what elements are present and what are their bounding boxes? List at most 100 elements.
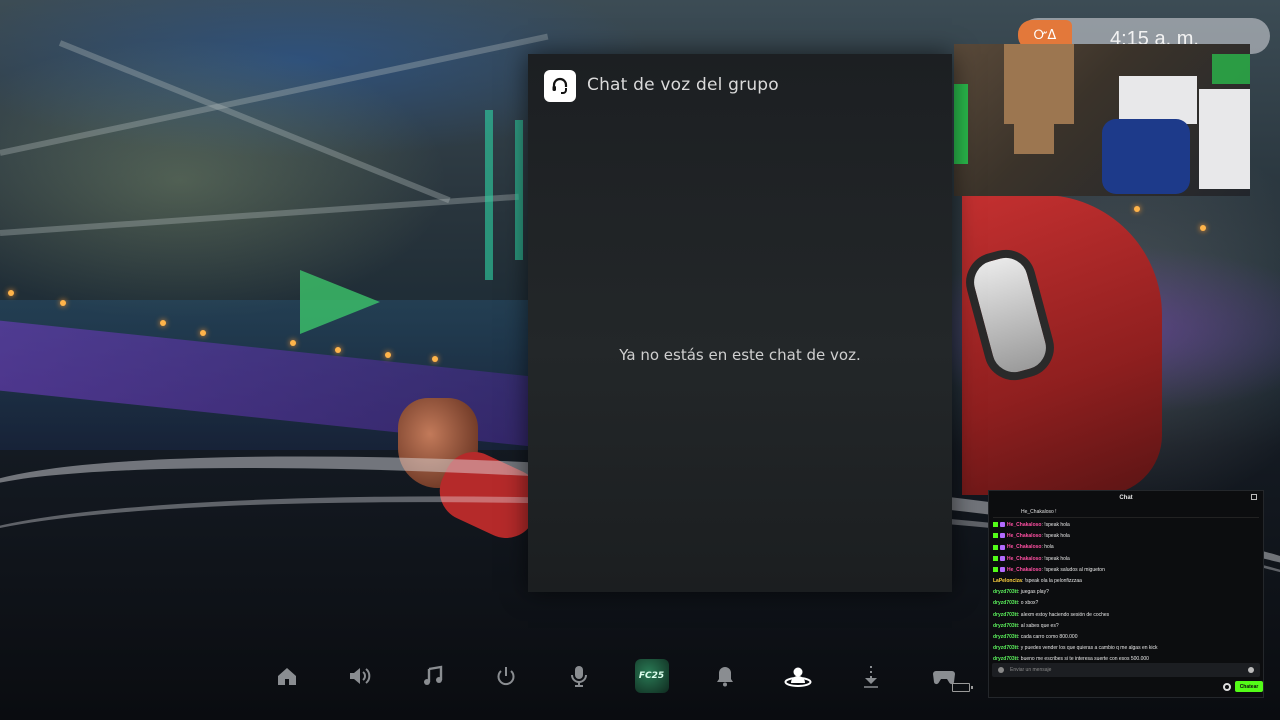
webcam-overlay bbox=[954, 44, 1250, 196]
popout-icon[interactable] bbox=[1251, 494, 1257, 500]
stadium-light bbox=[432, 356, 438, 362]
game-fc25-icon: FC25 bbox=[634, 659, 669, 693]
chat-text: al sabes que es? bbox=[1020, 622, 1059, 629]
subscriber-badge-icon bbox=[993, 566, 998, 572]
webcam-chair bbox=[1102, 119, 1190, 194]
chat-username[interactable]: dryzd703tt bbox=[993, 600, 1018, 606]
chat-text: bueno me escribes si te interesa suerte … bbox=[1020, 656, 1149, 663]
chat-username[interactable]: dryzd703tt bbox=[993, 589, 1018, 595]
chat-username[interactable]: He_Chakaloso bbox=[1007, 544, 1041, 550]
stadium-light bbox=[160, 320, 166, 326]
chat-text: !speak saludos al migueton bbox=[1044, 566, 1105, 573]
sound-icon bbox=[349, 668, 370, 684]
subscriber-badge-icon bbox=[993, 544, 998, 550]
vip-badge-icon bbox=[1000, 555, 1005, 561]
chat-text: !speak ola la pelonfizzzaa bbox=[1024, 578, 1082, 585]
vip-badge-icon bbox=[1000, 522, 1005, 528]
stadium-light bbox=[1134, 206, 1140, 212]
home-button[interactable] bbox=[250, 655, 323, 697]
vip-badge-icon bbox=[1000, 566, 1005, 572]
neon-light bbox=[485, 110, 493, 280]
game-base-button[interactable] bbox=[761, 655, 834, 697]
chat-input-icon bbox=[998, 667, 1004, 673]
downloads-button[interactable] bbox=[834, 655, 907, 697]
chat-header: Chat bbox=[989, 491, 1263, 505]
green-marker bbox=[300, 270, 380, 334]
chat-message: dryzd703tt: alexm estoy haciendo sesión … bbox=[993, 610, 1259, 621]
gear-icon[interactable] bbox=[1223, 683, 1231, 691]
webcam-light bbox=[1212, 54, 1250, 84]
stadium-light bbox=[8, 290, 14, 296]
chat-message: dryzd703tt: al sabes que es? bbox=[993, 621, 1259, 632]
chat-username[interactable]: He_Chakaloso bbox=[1007, 522, 1041, 528]
stadium-light bbox=[200, 330, 206, 336]
webcam-boxes bbox=[1014, 124, 1054, 154]
subscriber-badge-icon bbox=[993, 533, 998, 539]
downloads-icon bbox=[863, 666, 878, 688]
sound-button[interactable] bbox=[323, 655, 396, 697]
webcam-appliance bbox=[1199, 89, 1250, 189]
chat-message: He_Chakaloso: !speak hola bbox=[993, 531, 1259, 542]
chat-message: He_Chakaloso: !speak hola bbox=[993, 520, 1259, 531]
music-button[interactable] bbox=[396, 655, 469, 697]
mic-button[interactable] bbox=[542, 655, 615, 697]
stadium-light bbox=[290, 340, 296, 346]
stadium-light bbox=[60, 300, 66, 306]
panel-title: Chat de voz del grupo bbox=[587, 75, 779, 95]
chat-text: y puedes vender los que quieras a cambio… bbox=[1020, 645, 1158, 652]
battery-icon bbox=[952, 683, 973, 692]
chat-username[interactable]: He_Chakaloso bbox=[1007, 556, 1041, 562]
chat-message: He_Chakaloso: !speak hola bbox=[993, 554, 1259, 565]
voice-status-message: Ya no estás en este chat de voz. bbox=[619, 346, 861, 364]
chat-username[interactable]: LaPelonciza bbox=[993, 578, 1022, 584]
chat-input-placeholder: Enviar un mensaje bbox=[1010, 667, 1052, 673]
subscriber-badge-icon bbox=[993, 555, 998, 561]
chat-text: cada carro como 800.000 bbox=[1020, 634, 1078, 641]
chat-username[interactable]: He_Chakaloso bbox=[1007, 533, 1041, 539]
stadium-light bbox=[1200, 225, 1206, 231]
chat-message: LaPelonciza: !speak ola la pelonfizzzaa bbox=[993, 576, 1259, 587]
chat-username[interactable]: dryzd703tt bbox=[993, 656, 1018, 662]
game-base-icon bbox=[784, 667, 811, 687]
stadium-light bbox=[335, 347, 341, 353]
game-fc25-button[interactable]: FC25 bbox=[615, 655, 688, 697]
music-icon bbox=[423, 665, 442, 685]
chat-text: !speak hola bbox=[1044, 533, 1070, 540]
chat-text: !speak hola bbox=[1044, 555, 1070, 562]
subscriber-badge-icon bbox=[993, 522, 998, 528]
send-chat-button[interactable]: Chatear bbox=[1235, 681, 1263, 692]
chat-title: Chat bbox=[1119, 495, 1133, 501]
chat-text: hola bbox=[1044, 544, 1054, 551]
chat-message: dryzd703tt: cada carro como 800.000 bbox=[993, 632, 1259, 643]
headset-icon bbox=[544, 70, 576, 102]
chat-username[interactable]: dryzd703tt bbox=[993, 645, 1018, 651]
home-icon bbox=[277, 668, 296, 685]
vip-badge-icon bbox=[1000, 533, 1005, 539]
emoji-icon[interactable] bbox=[1248, 667, 1254, 673]
vip-badge-icon bbox=[1000, 544, 1005, 550]
chat-username[interactable]: He_Chakaloso bbox=[1007, 567, 1041, 573]
chat-text: alexm estoy haciendo sesión de coches bbox=[1020, 611, 1110, 618]
chat-message: dryzd703tt: y puedes vender los que quie… bbox=[993, 643, 1259, 654]
chat-text: juegas play? bbox=[1020, 589, 1049, 596]
stadium-light bbox=[385, 352, 391, 358]
chat-message: dryzd703tt: juegas play? bbox=[993, 587, 1259, 598]
chat-input[interactable]: Enviar un mensaje bbox=[992, 663, 1260, 677]
chat-username[interactable]: dryzd703tt bbox=[993, 634, 1018, 640]
webcam-light bbox=[954, 84, 968, 164]
chat-text: o xbox? bbox=[1020, 600, 1039, 607]
notifications-icon bbox=[716, 667, 733, 687]
chat-text: !speak hola bbox=[1044, 522, 1070, 528]
mic-icon bbox=[570, 666, 587, 687]
chat-username[interactable]: dryzd703tt bbox=[993, 623, 1018, 629]
voice-chat-panel: Chat de voz del grupo Ya no estás en est… bbox=[528, 54, 952, 592]
power-icon bbox=[497, 667, 514, 686]
neon-light bbox=[515, 120, 523, 260]
text-chat-overlay: Chat He_Chakaloso ! He_Chakaloso: !speak… bbox=[988, 490, 1264, 698]
power-button[interactable] bbox=[469, 655, 542, 697]
chat-username[interactable]: dryzd703tt bbox=[993, 612, 1018, 618]
webcam-boxes bbox=[1004, 44, 1074, 124]
notifications-button[interactable] bbox=[688, 655, 761, 697]
chat-message: dryzd703tt: o xbox? bbox=[993, 598, 1259, 609]
pinned-message: He_Chakaloso ! bbox=[993, 507, 1259, 518]
